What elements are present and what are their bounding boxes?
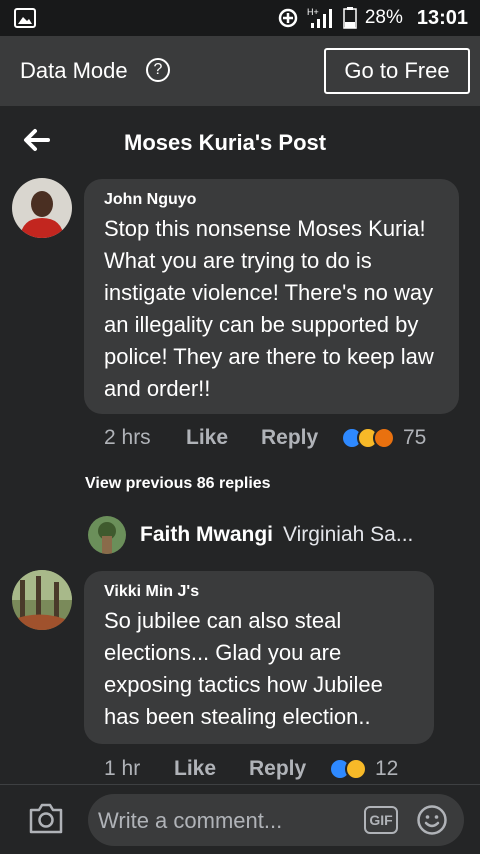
image-notification-icon <box>14 8 36 28</box>
post-header: Moses Kuria's Post <box>0 106 480 176</box>
clock: 13:01 <box>416 6 468 29</box>
battery-percent: 28% <box>364 7 403 28</box>
angry-reaction-icon <box>373 427 395 449</box>
gif-button[interactable]: GIF <box>364 806 398 834</box>
status-bar: H+ 28% 13:01 <box>0 0 480 36</box>
view-previous-replies[interactable]: View previous 86 replies <box>85 475 271 493</box>
commenter-name[interactable]: Vikki Min J's <box>104 583 414 601</box>
reply-preview[interactable]: Faith Mwangi Virginiah Sa... <box>88 513 468 557</box>
comment-composer: Write a comment... GIF <box>0 784 480 854</box>
camera-icon[interactable] <box>28 801 64 835</box>
reply-button[interactable]: Reply <box>261 426 341 450</box>
reactions[interactable] <box>329 758 367 780</box>
back-arrow-icon[interactable] <box>22 126 50 154</box>
reaction-count: 75 <box>403 426 427 449</box>
comment-placeholder: Write a comment... <box>98 808 283 833</box>
battery-icon <box>343 7 357 29</box>
comment-bubble[interactable]: Vikki Min J's So jubilee can also steal … <box>84 571 434 744</box>
comment-time: 1 hr <box>104 757 141 780</box>
help-icon[interactable]: ? <box>146 58 170 82</box>
comment-bubble[interactable]: John Nguyo Stop this nonsense Moses Kuri… <box>84 179 459 414</box>
haha-reaction-icon <box>345 758 367 780</box>
reply-author-name[interactable]: Faith Mwangi <box>140 523 273 547</box>
comment-text: Stop this nonsense Moses Kuria! What you… <box>104 216 434 401</box>
reply-text: Virginiah Sa... <box>283 523 414 546</box>
commenter-name[interactable]: John Nguyo <box>104 191 439 209</box>
data-mode-bar: Data Mode ? Go to Free <box>0 36 480 106</box>
emoji-icon[interactable] <box>416 804 448 836</box>
reaction-count: 12 <box>375 757 399 780</box>
like-button[interactable]: Like <box>174 757 249 781</box>
comment-text: So jubilee can also steal elections... G… <box>104 608 383 729</box>
go-to-free-button[interactable]: Go to Free <box>324 48 470 94</box>
svg-text:H+: H+ <box>307 7 319 17</box>
reactions[interactable] <box>341 427 395 449</box>
comment-actions: 1 hr Like Reply 12 <box>104 757 398 781</box>
comment-actions: 2 hrs Like Reply 75 <box>104 426 426 450</box>
avatar[interactable] <box>12 178 72 238</box>
avatar-photo <box>12 570 72 630</box>
comment-time: 2 hrs <box>104 426 151 449</box>
reply-avatar-photo <box>88 516 126 554</box>
avatar-photo <box>12 178 72 238</box>
like-button[interactable]: Like <box>186 426 261 450</box>
signal-icon: H+ <box>307 7 332 28</box>
reply-button[interactable]: Reply <box>249 757 329 781</box>
page-title: Moses Kuria's Post <box>124 130 327 155</box>
reply-avatar <box>88 516 126 554</box>
avatar[interactable] <box>12 570 72 630</box>
comment-input[interactable]: Write a comment... GIF <box>88 794 464 846</box>
data-saver-icon <box>278 8 298 28</box>
data-mode-label: Data Mode <box>20 58 128 83</box>
